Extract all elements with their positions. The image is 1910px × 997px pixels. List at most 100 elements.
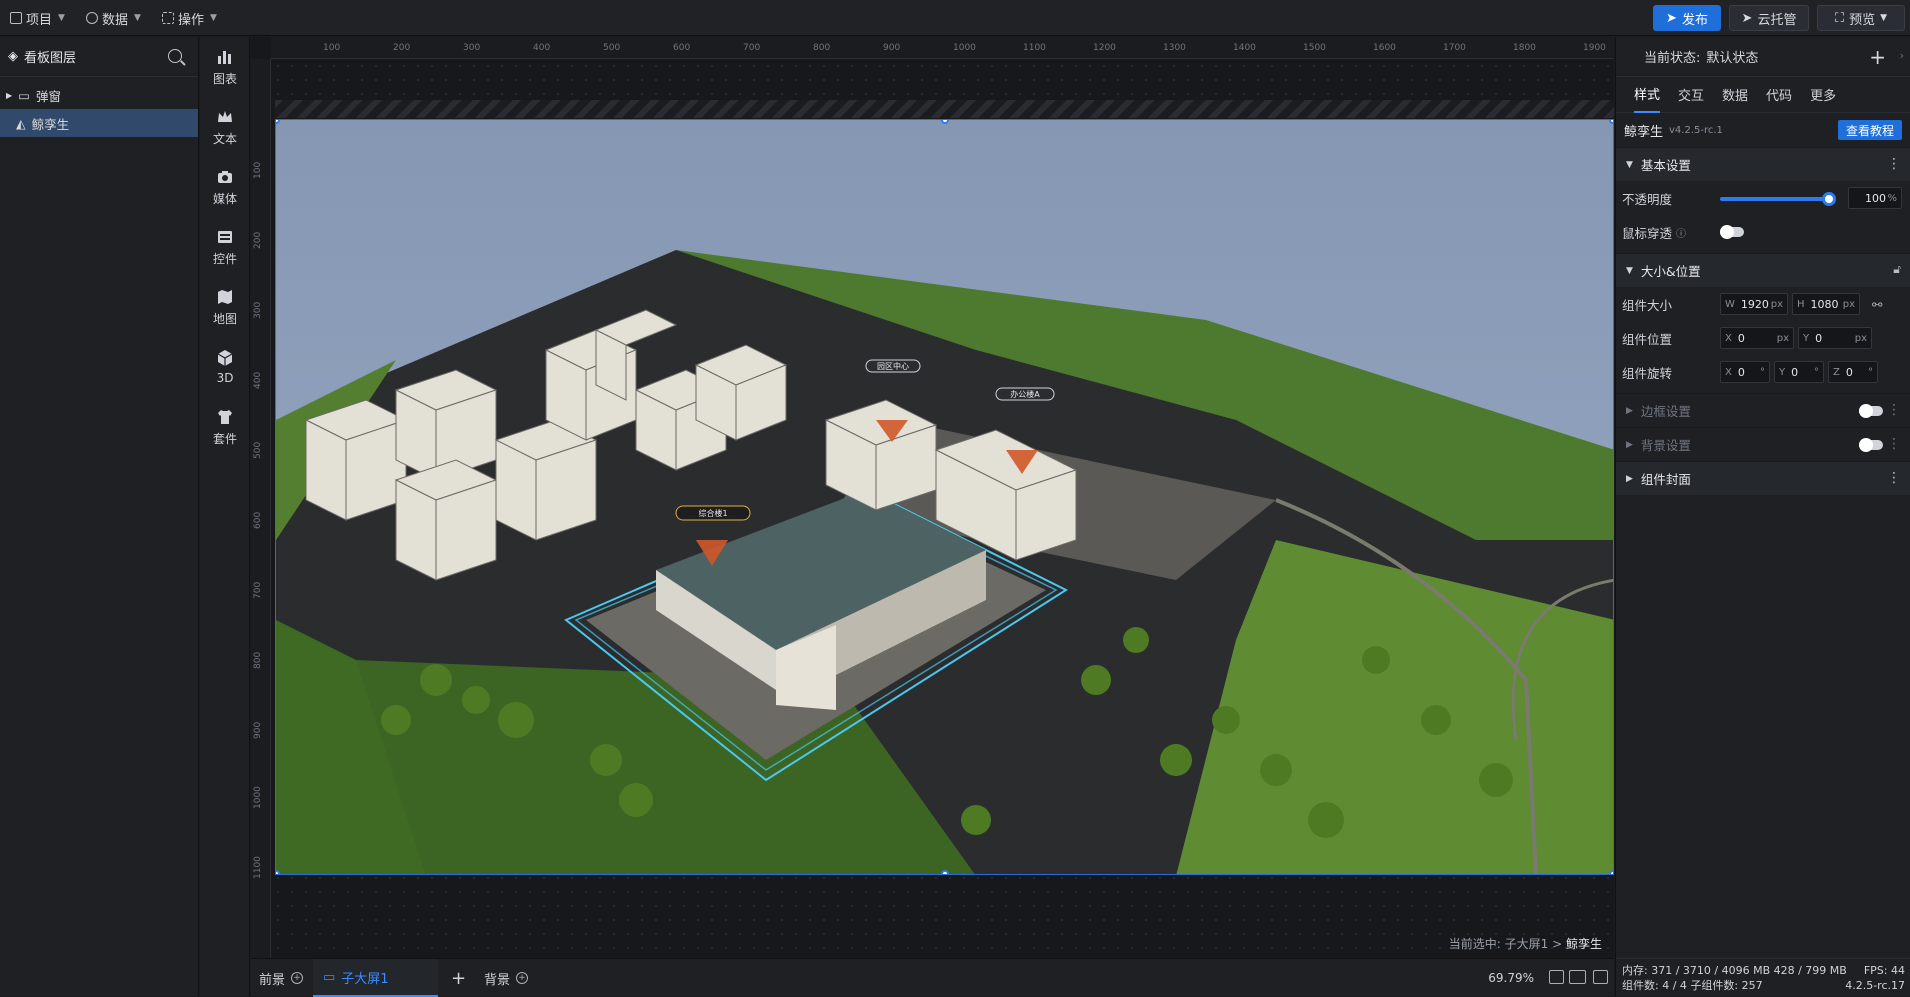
- resize-handle-tr[interactable]: [1609, 120, 1613, 124]
- add-circle-icon[interactable]: +: [516, 972, 529, 984]
- lock-icon[interactable]: 🔓︎: [1893, 262, 1901, 277]
- border-toggle[interactable]: [1859, 404, 1883, 418]
- y-input[interactable]: Y 0 px: [1798, 327, 1872, 349]
- zoom-level[interactable]: 69.79%: [1488, 971, 1534, 985]
- add-screen-button[interactable]: +: [451, 959, 466, 997]
- preview-button[interactable]: ⛶ 预览 ▼: [1817, 5, 1905, 31]
- mouse-through-toggle[interactable]: [1720, 225, 1744, 239]
- top-bar: 项目 ▼ 数据 ▼ 操作 ▼ ➤ 发布 ➤ 云托管 ⛶ 预览 ▼: [0, 0, 1910, 36]
- ruler-horizontal: 100 200 300 400 500 600 700 800 900 1000 1100 1200 1…: [271, 37, 1614, 59]
- more-vertical-icon[interactable]: ⋮: [1887, 402, 1901, 418]
- more-vertical-icon[interactable]: ⋮: [1887, 436, 1901, 452]
- rotation-row: 组件旋转 X 0 ° Y 0 ° Z 0 °: [1616, 355, 1910, 389]
- media-tool[interactable]: 媒体: [200, 157, 250, 217]
- chevron-right-icon[interactable]: ›: [1900, 49, 1904, 62]
- ruler-tick: 1700: [1443, 43, 1466, 53]
- campus-3d-view: 园区中心 办公楼A 综合楼1: [276, 120, 1613, 874]
- tab-more[interactable]: 更多: [1810, 77, 1836, 113]
- menu-data[interactable]: 数据 ▼: [86, 0, 141, 36]
- tab-foreground[interactable]: 前景 +: [259, 959, 304, 997]
- map-tool[interactable]: 地图: [200, 277, 250, 337]
- tab-interaction[interactable]: 交互: [1678, 77, 1704, 113]
- text-tool[interactable]: 文本: [200, 97, 250, 157]
- chevron-down-icon: ▼: [1880, 13, 1888, 23]
- ruler-tick: 700: [743, 43, 761, 53]
- current-selection: 当前选中: 子大屏1 > 鲸孪生: [1448, 937, 1602, 951]
- ruler-tick: 400: [253, 371, 263, 389]
- send-icon: ➤: [1666, 10, 1677, 26]
- layers-header: ◈ 看板图层: [0, 37, 198, 77]
- canvas-area[interactable]: 100 200 300 400 500 600 700 800 900 1000 1100 1200 1…: [251, 37, 1614, 958]
- ruler-tick: 1000: [953, 43, 976, 53]
- caret-right-icon: ▶: [1626, 439, 1633, 450]
- resize-handle-br[interactable]: [1609, 870, 1613, 874]
- x-input[interactable]: X 0 px: [1720, 327, 1794, 349]
- layer-item-twin[interactable]: ◭ 鲸孪生: [0, 109, 198, 137]
- section-size-position[interactable]: ▼ 大小&位置 🔓︎: [1616, 253, 1910, 287]
- more-vertical-icon[interactable]: ⋮: [1887, 156, 1901, 172]
- menu-project[interactable]: 项目 ▼: [10, 0, 65, 36]
- resize-handle-bottom[interactable]: [941, 870, 949, 874]
- ruler-tick: 300: [253, 301, 263, 319]
- kit-tool[interactable]: 套件: [200, 397, 250, 457]
- ruler-tick: 600: [253, 511, 263, 529]
- width-input[interactable]: W 1920 px: [1720, 293, 1788, 315]
- section-background[interactable]: ▶ 背景设置 ⋮: [1616, 427, 1910, 461]
- keyboard-icon[interactable]: [1569, 970, 1586, 984]
- section-cover[interactable]: ▶ 组件封面 ⋮: [1616, 461, 1910, 495]
- camera-icon: [218, 170, 232, 183]
- caret-right-icon: ▶: [1626, 405, 1633, 416]
- section-basic[interactable]: ▼ 基本设置 ⋮: [1616, 147, 1910, 181]
- search-icon[interactable]: [168, 49, 182, 63]
- chevron-down-icon: ▼: [134, 13, 141, 23]
- fit-screen-icon[interactable]: [1549, 970, 1564, 984]
- 3d-tool[interactable]: 3D: [200, 337, 250, 397]
- height-input[interactable]: H 1080 px: [1792, 293, 1860, 315]
- opacity-input[interactable]: 100 %: [1848, 187, 1902, 209]
- cube-icon: [217, 350, 233, 366]
- chevron-down-icon: ▼: [58, 13, 65, 23]
- digital-twin-scene[interactable]: 园区中心 办公楼A 综合楼1: [275, 119, 1614, 875]
- tab-background[interactable]: 背景 +: [484, 959, 529, 997]
- fullscreen-icon: ⛶: [1834, 10, 1845, 26]
- opacity-slider[interactable]: [1720, 192, 1836, 206]
- link-icon[interactable]: ⚯: [1872, 297, 1882, 312]
- layer-item-popup[interactable]: ▶ ▭ 弹窗: [0, 81, 198, 109]
- folder-icon: ▭: [18, 87, 30, 103]
- ruler-tick: 800: [813, 43, 831, 53]
- add-state-icon[interactable]: +: [1869, 45, 1886, 69]
- background-toggle[interactable]: [1859, 438, 1883, 452]
- screen-tabs-bar: 前景 + ▭ 子大屏1 + 背景 + 69.79%: [251, 958, 1614, 997]
- tab-data[interactable]: 数据: [1722, 77, 1748, 113]
- tab-code[interactable]: 代码: [1766, 77, 1792, 113]
- tab-sub-screen[interactable]: ▭ 子大屏1: [313, 959, 438, 997]
- chevron-down-icon: ▼: [210, 13, 217, 23]
- ruler-tick: 900: [883, 43, 901, 53]
- section-border[interactable]: ▶ 边框设置 ⋮: [1616, 393, 1910, 427]
- shirt-icon: [218, 409, 232, 424]
- ruler-tick: 1500: [1303, 43, 1326, 53]
- menu-operate[interactable]: 操作 ▼: [162, 0, 217, 36]
- resize-handle-bl[interactable]: [276, 870, 280, 874]
- ruler-tick: 1100: [1023, 43, 1046, 53]
- tutorial-button[interactable]: 查看教程: [1837, 120, 1902, 140]
- cloud-host-button[interactable]: ➤ 云托管: [1729, 5, 1809, 31]
- control-tool[interactable]: 控件: [200, 217, 250, 277]
- tab-style[interactable]: 样式: [1634, 77, 1661, 113]
- ruler-tick: 1000: [253, 786, 263, 809]
- component-header: 鲸孪生 v4.2.5-rc.1 查看教程: [1616, 113, 1910, 147]
- size-row: 组件大小 W 1920 px H 1080 px ⚯: [1616, 287, 1910, 321]
- caret-right-icon[interactable]: ▶: [6, 91, 12, 100]
- add-circle-icon[interactable]: +: [291, 972, 304, 984]
- ruler-tick: 200: [253, 231, 263, 249]
- rotate-y-input[interactable]: Y 0 °: [1774, 361, 1824, 383]
- chart-tool[interactable]: 图表: [200, 37, 250, 97]
- more-vertical-icon[interactable]: ⋮: [1887, 470, 1901, 486]
- rotate-x-input[interactable]: X 0 °: [1720, 361, 1770, 383]
- terminal-icon[interactable]: [1593, 970, 1608, 984]
- rotate-z-input[interactable]: Z 0 °: [1828, 361, 1878, 383]
- help-icon[interactable]: ⓘ: [1676, 225, 1686, 240]
- publish-button[interactable]: ➤ 发布: [1653, 5, 1721, 31]
- slider-knob[interactable]: [1822, 192, 1836, 206]
- ruler-tick: 100: [323, 43, 341, 53]
